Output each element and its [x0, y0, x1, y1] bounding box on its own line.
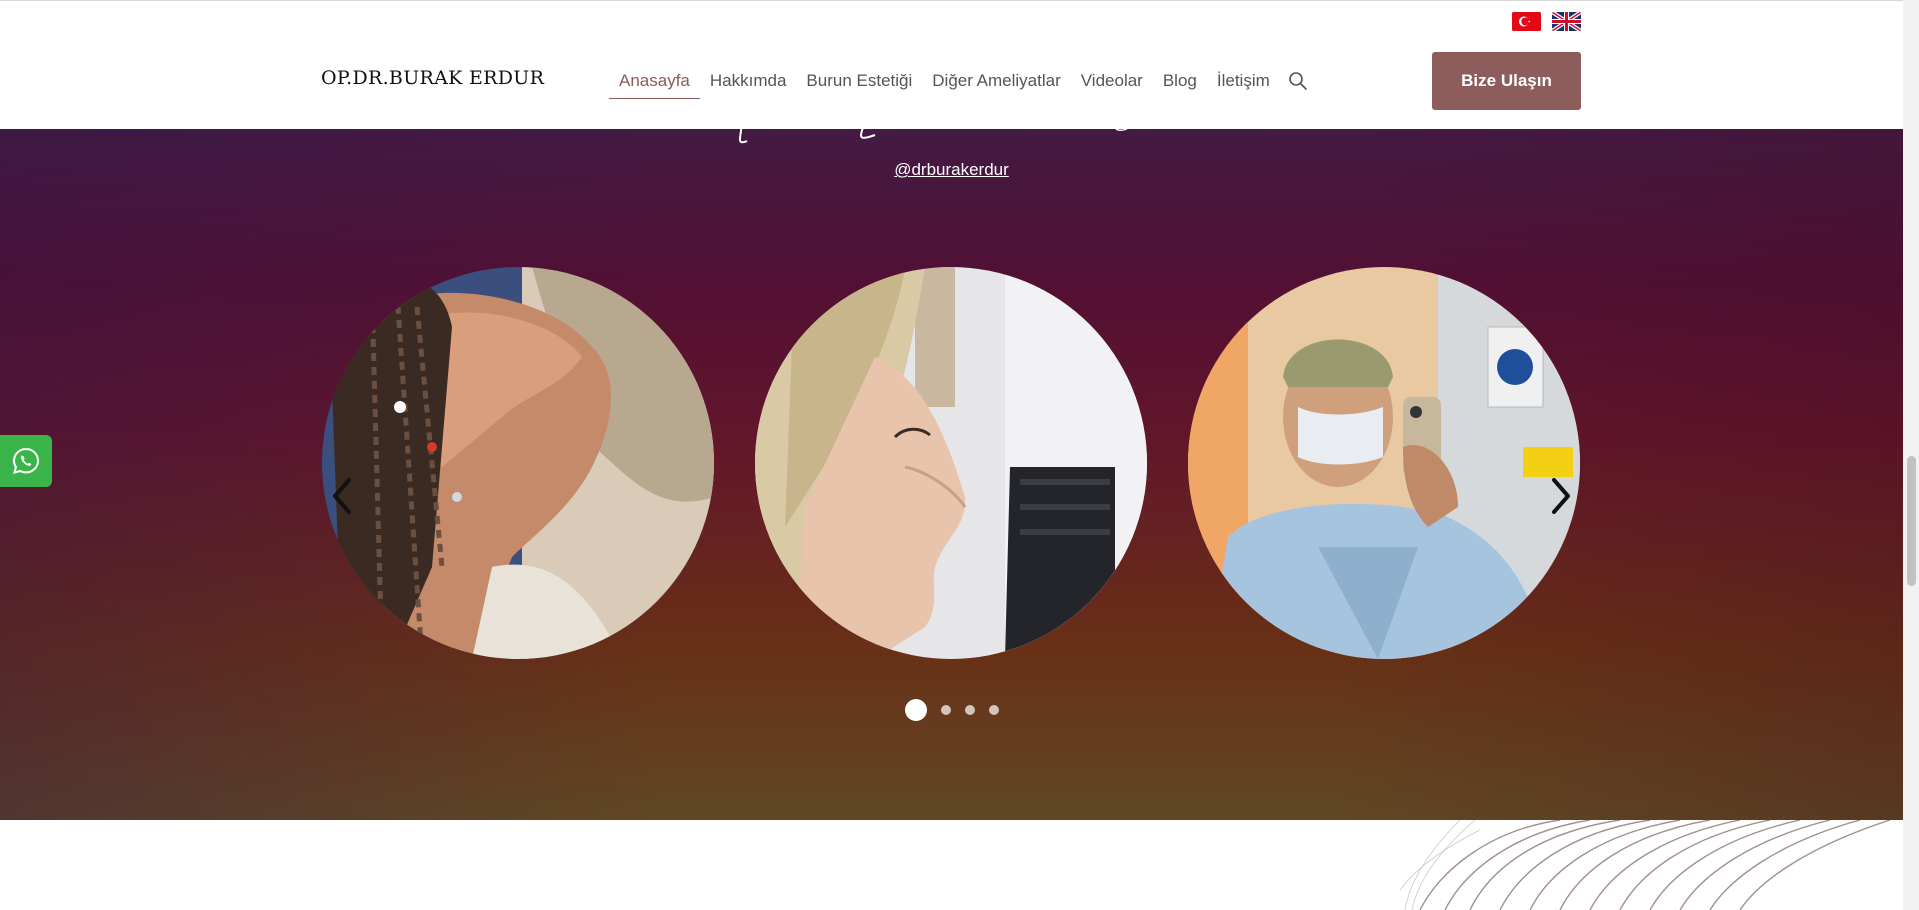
carousel-dot-3[interactable]: [965, 705, 975, 715]
carousel-prev-button[interactable]: [327, 471, 357, 521]
slide-photo-3[interactable]: [1188, 267, 1580, 659]
whatsapp-icon: [12, 447, 40, 474]
contact-cta-button[interactable]: Bize Ulaşın: [1432, 52, 1581, 110]
carousel-dot-4[interactable]: [989, 705, 999, 715]
carousel-dot-1[interactable]: [905, 699, 927, 721]
carousel-next-button[interactable]: [1546, 471, 1576, 521]
profile-photo-woman-braids: [322, 267, 714, 659]
scrollbar-thumb[interactable]: [1907, 456, 1916, 586]
carousel-dot-2[interactable]: [941, 705, 951, 715]
whatsapp-button[interactable]: [0, 435, 52, 487]
chevron-left-icon: [333, 478, 351, 514]
profile-photo-woman-nose: [755, 267, 1147, 659]
instagram-handle-link[interactable]: @drburakerdur: [0, 160, 1903, 180]
instagram-section: @drburakerdur: [0, 129, 1903, 820]
site-logo[interactable]: OP.DR.BURAK ERDUR: [321, 67, 544, 89]
slide-photo-2[interactable]: [755, 267, 1147, 659]
next-section: [0, 820, 1903, 910]
nav-item-videolar[interactable]: Videolar: [1071, 69, 1153, 99]
nav-item-anasayfa[interactable]: Anasayfa: [609, 69, 700, 99]
chevron-right-icon: [1552, 478, 1570, 514]
script-signature-decoration: [738, 129, 1128, 144]
en-flag-icon[interactable]: [1552, 12, 1581, 31]
nav-item-burun-estetigi[interactable]: Burun Estetiği: [796, 69, 922, 99]
nav-item-blog[interactable]: Blog: [1153, 69, 1207, 99]
slide-photo-1[interactable]: [322, 267, 714, 659]
page-scrollbar[interactable]: [1903, 0, 1919, 910]
tr-flag-icon[interactable]: [1512, 12, 1541, 31]
nav-item-hakkimda[interactable]: Hakkımda: [700, 69, 797, 99]
nav-item-iletisim[interactable]: İletişim: [1207, 69, 1280, 99]
site-header: OP.DR.BURAK ERDUR Anasayfa Hakkımda Buru…: [0, 0, 1903, 129]
surgeon-selfie-photo: [1188, 267, 1580, 659]
decorative-wave-lines: [1400, 820, 1891, 910]
main-nav: Anasayfa Hakkımda Burun Estetiği Diğer A…: [609, 69, 1314, 99]
carousel-pagination: [905, 699, 999, 721]
nav-item-diger-ameliyatlar[interactable]: Diğer Ameliyatlar: [922, 69, 1071, 99]
search-icon[interactable]: [1282, 69, 1314, 93]
